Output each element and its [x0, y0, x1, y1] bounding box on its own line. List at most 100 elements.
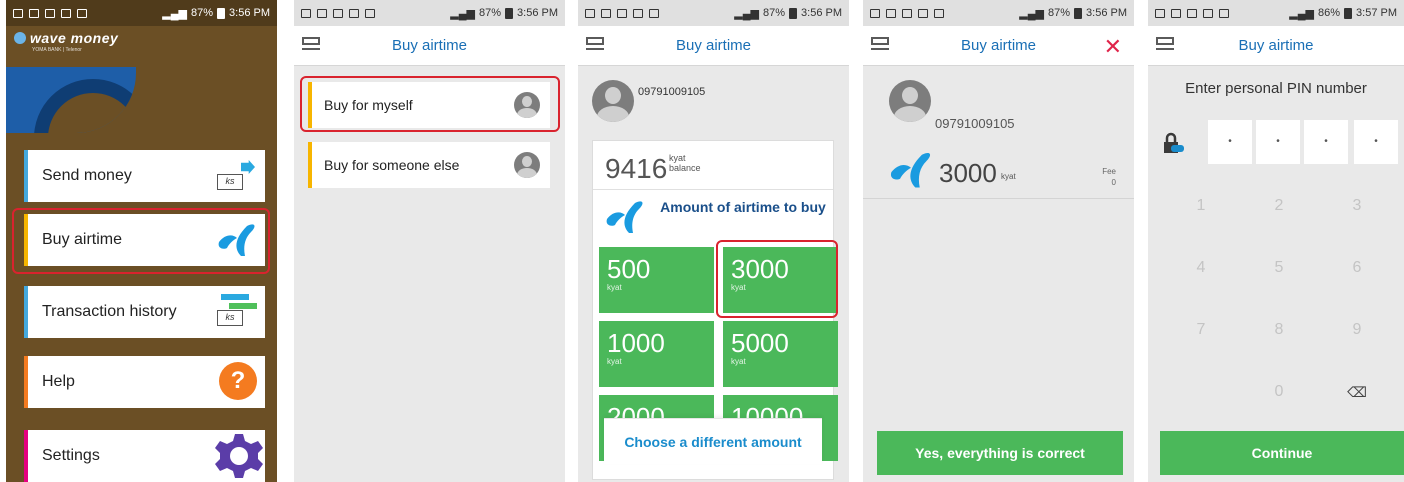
- notification-icon: [617, 8, 627, 18]
- battery-icon: [1344, 7, 1353, 19]
- clock: 3:56 PM: [517, 7, 558, 19]
- balance-units: kyat balance: [669, 153, 701, 173]
- page-title: Buy airtime: [391, 37, 468, 54]
- telenor-icon: [890, 152, 931, 188]
- battery-icon: [1074, 7, 1083, 19]
- gear-icon: [215, 434, 263, 478]
- notification-icon: [333, 8, 343, 18]
- amount-section-title: Amount of airtime to buy: [660, 199, 826, 215]
- notification-icon: [365, 8, 375, 18]
- keypad-key-5[interactable]: 5: [1240, 240, 1318, 296]
- amount-tile-value: 500: [607, 254, 651, 284]
- status-bar: ▂▄▆ 87% 3:56 PM: [294, 0, 565, 26]
- amount-tile-unit: kyat: [607, 357, 622, 366]
- signal-icon: ▂▄▆: [162, 7, 187, 20]
- notification-icon: [1203, 8, 1213, 18]
- transaction-history-icon: ks: [215, 294, 259, 330]
- close-icon[interactable]: ✕: [1104, 34, 1122, 60]
- telenor-icon: [606, 201, 643, 233]
- notification-icon: [649, 8, 659, 18]
- pin-digit-field[interactable]: •: [1256, 120, 1300, 164]
- menu-icon[interactable]: [302, 37, 320, 55]
- menu-item-help[interactable]: Help ?: [24, 356, 265, 408]
- balance-label: balance: [669, 163, 701, 173]
- notification-icon: [870, 8, 880, 18]
- amount-tile-value: 1000: [607, 328, 665, 358]
- notification-icon: [918, 8, 928, 18]
- notification-icon: [61, 8, 71, 18]
- hero-banner: [6, 67, 136, 133]
- recipient-phone: 09791009105: [638, 86, 706, 98]
- signal-icon: ▂▄▆: [1289, 7, 1314, 20]
- pin-digit-field[interactable]: •: [1354, 120, 1398, 164]
- balance-value: 9416: [605, 153, 668, 184]
- keypad-key-9[interactable]: 9: [1318, 302, 1396, 358]
- keypad-key-3[interactable]: 3: [1318, 178, 1396, 234]
- screen-confirm: ▂▄▆ 87% 3:56 PM Buy airtime ✕ 0979100910…: [863, 0, 1134, 482]
- keypad-key-7[interactable]: 7: [1162, 302, 1240, 358]
- menu-item-send-money[interactable]: Send money ks: [24, 150, 265, 202]
- send-money-icon: ks: [215, 158, 259, 194]
- notification-icon: [45, 8, 55, 18]
- menu-item-transaction-history[interactable]: Transaction history ks: [24, 286, 265, 338]
- avatar-icon: [592, 80, 634, 122]
- menu-item-label: Transaction history: [42, 303, 177, 320]
- keypad-key-0[interactable]: 0: [1240, 364, 1318, 420]
- signal-icon: ▂▄▆: [1019, 7, 1044, 20]
- help-icon: ?: [219, 362, 257, 400]
- keypad-key-6[interactable]: 6: [1318, 240, 1396, 296]
- battery-icon: [217, 7, 226, 19]
- confirm-button[interactable]: Yes, everything is correct: [877, 431, 1123, 475]
- menu-icon[interactable]: [1156, 37, 1174, 55]
- selection-highlight: [12, 208, 270, 274]
- recipient-phone: 09791009105: [935, 116, 1015, 131]
- screen-enter-pin: ▂▄▆ 86% 3:57 PM Buy airtime Enter person…: [1148, 0, 1404, 482]
- backspace-icon[interactable]: ⌫: [1318, 364, 1396, 420]
- continue-button[interactable]: Continue: [1160, 431, 1404, 475]
- battery-icon: [789, 7, 798, 19]
- screen-select-amount: ▂▄▆ 87% 3:56 PM Buy airtime 09791009105 …: [578, 0, 849, 482]
- clock: 3:56 PM: [1086, 7, 1127, 19]
- clock: 3:56 PM: [229, 7, 270, 19]
- notification-icon: [902, 8, 912, 18]
- option-label: Buy for someone else: [324, 157, 460, 173]
- page-title: Buy airtime: [960, 37, 1037, 54]
- notification-icon: [317, 8, 327, 18]
- amount-tile-unit: kyat: [731, 357, 746, 366]
- notification-icon: [349, 8, 359, 18]
- menu-item-label: Send money: [42, 167, 132, 184]
- pin-digit-field[interactable]: •: [1208, 120, 1252, 164]
- keypad-key-2[interactable]: 2: [1240, 178, 1318, 234]
- menu-item-label: Settings: [42, 447, 100, 464]
- status-bar: ▂▄▆ 87% 3:56 PM: [578, 0, 849, 26]
- battery-icon: [505, 7, 514, 19]
- clock: 3:56 PM: [801, 7, 842, 19]
- fee-value: 0: [1111, 178, 1116, 187]
- fee-info: Fee 0: [1102, 166, 1116, 188]
- menu-icon[interactable]: [871, 37, 889, 55]
- menu-icon[interactable]: [586, 37, 604, 55]
- notification-icon: [585, 8, 595, 18]
- keypad-key-4[interactable]: 4: [1162, 240, 1240, 296]
- choose-different-amount-button[interactable]: Choose a different amount: [604, 418, 822, 464]
- keypad-key-1[interactable]: 1: [1162, 178, 1240, 234]
- keypad-key-8[interactable]: 8: [1240, 302, 1318, 358]
- brand-tagline: YOMA BANK | Telenor: [32, 47, 82, 53]
- notification-icon: [1219, 8, 1229, 18]
- amount-tile[interactable]: 1000 kyat: [599, 321, 714, 387]
- battery-percent: 87%: [479, 7, 502, 19]
- amount-tile[interactable]: 5000 kyat: [723, 321, 838, 387]
- menu-item-settings[interactable]: Settings: [24, 430, 265, 482]
- pin-digit-field[interactable]: •: [1304, 120, 1348, 164]
- buy-for-someone-else-option[interactable]: Buy for someone else: [308, 142, 550, 188]
- status-bar: ▂▄▆ 86% 3:57 PM: [1148, 0, 1404, 26]
- status-bar: ▂▄▆ 87% 3:56 PM: [863, 0, 1134, 26]
- app-bar: Buy airtime: [294, 26, 565, 66]
- amount-tile[interactable]: 500 kyat: [599, 247, 714, 313]
- confirm-amount: 3000: [939, 158, 997, 188]
- battery-percent: 87%: [1048, 7, 1071, 19]
- signal-icon: ▂▄▆: [450, 7, 475, 20]
- screen-main-menu: ▂▄▆ 87% 3:56 PM wave money YOMA BANK | T…: [6, 0, 277, 482]
- app-bar: Buy airtime ✕: [863, 26, 1134, 66]
- confirm-unit: kyat: [1001, 172, 1016, 181]
